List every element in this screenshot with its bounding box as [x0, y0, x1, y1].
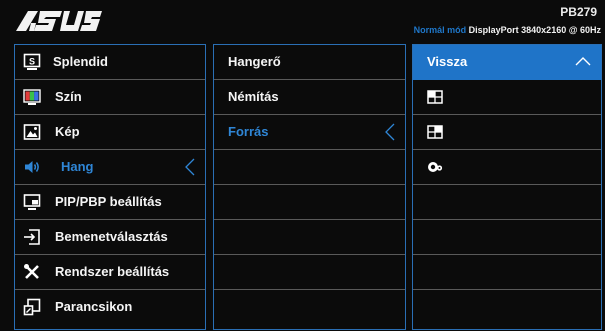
- chevron-left-icon: [385, 123, 395, 141]
- sub-menu: Hangerő Némítás Forrás: [213, 44, 406, 330]
- empty-row: [413, 220, 601, 255]
- empty-row: [214, 220, 405, 255]
- menu-item-label: Splendid: [53, 54, 108, 69]
- empty-row: [413, 290, 601, 325]
- submenu-item-label: Forrás: [228, 124, 269, 139]
- submenu-item-source[interactable]: Forrás: [214, 115, 405, 150]
- menu-item-shortcut[interactable]: Parancsikon: [15, 290, 205, 325]
- svg-text:S: S: [29, 57, 35, 67]
- menu-item-image[interactable]: Kép: [15, 115, 205, 150]
- model-name: PB279: [560, 5, 597, 19]
- speaker-icon: [25, 161, 39, 173]
- option-pbp-source-1[interactable]: [413, 80, 601, 115]
- empty-row: [214, 255, 405, 290]
- menu-item-color[interactable]: Szín: [15, 80, 205, 115]
- empty-row: [413, 255, 601, 290]
- chevron-up-icon: [575, 57, 591, 66]
- submenu-item-volume[interactable]: Hangerő: [214, 45, 405, 80]
- submenu-item-mute[interactable]: Némítás: [214, 80, 405, 115]
- input-icon: [24, 229, 40, 245]
- option-dp-audio[interactable]: [413, 150, 601, 185]
- status-bar: Normál mód DisplayPort 3840x2160 @ 60Hz: [414, 25, 601, 35]
- pbp-source-1-icon: [427, 90, 443, 104]
- menu-item-label: Bemenetválasztás: [55, 229, 168, 244]
- menu-item-label: Parancsikon: [55, 299, 133, 314]
- empty-row: [214, 150, 405, 185]
- dp-audio-icon: [428, 162, 443, 172]
- menu-item-label: Hang: [61, 159, 94, 174]
- menu-item-label: Rendszer beállítás: [55, 264, 170, 279]
- image-icon: [23, 124, 41, 140]
- menu-item-label: Kép: [55, 124, 80, 139]
- empty-row: [214, 290, 405, 325]
- pbp-source-2-icon: [427, 125, 443, 139]
- menu-item-input-select[interactable]: Bemenetválasztás: [15, 220, 205, 255]
- menu-item-sound[interactable]: Hang: [15, 150, 205, 185]
- options-menu: Vissza: [412, 44, 602, 330]
- menu-item-label: Szín: [55, 89, 82, 104]
- mode-label: Normál mód: [413, 25, 467, 35]
- color-icon: [23, 89, 41, 105]
- asus-logo: [16, 11, 102, 31]
- menu-item-splendid[interactable]: S Splendid: [15, 45, 205, 80]
- submenu-item-label: Hangerő: [228, 54, 281, 69]
- menu-item-pip-pbp[interactable]: PIP/PBP beállítás: [15, 185, 205, 220]
- tools-icon: [24, 264, 39, 279]
- input-label: DisplayPort: [468, 25, 519, 35]
- empty-row: [214, 185, 405, 220]
- pip-icon: [23, 194, 41, 210]
- empty-row: [413, 185, 601, 220]
- menu-item-system-setup[interactable]: Rendszer beállítás: [15, 255, 205, 290]
- shortcut-icon: [23, 298, 41, 316]
- option-pbp-source-2[interactable]: [413, 115, 601, 150]
- resolution-label: 3840x2160 @ 60Hz: [521, 25, 601, 35]
- splendid-icon: S: [23, 53, 41, 70]
- back-button[interactable]: Vissza: [413, 45, 601, 80]
- main-menu: S Splendid Szín Kép Hang PIP/PBP beállít…: [14, 44, 206, 330]
- osd-menu: PB279 Normál mód DisplayPort 3840x2160 @…: [0, 0, 605, 331]
- chevron-left-icon: [185, 158, 195, 176]
- menu-item-label: PIP/PBP beállítás: [55, 194, 162, 209]
- submenu-item-label: Némítás: [228, 89, 279, 104]
- back-label: Vissza: [427, 54, 468, 69]
